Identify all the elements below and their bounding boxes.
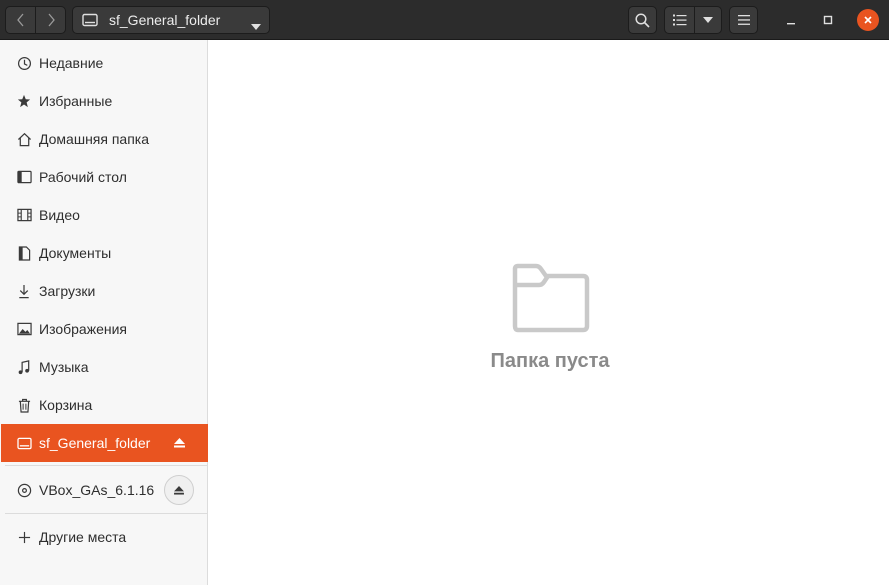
sidebar-item-other-locations[interactable]: Другие места (0, 518, 208, 556)
home-icon (16, 131, 32, 147)
sidebar-item-label: Корзина (39, 397, 93, 413)
sidebar-item-label: Рабочий стол (39, 169, 127, 185)
eject-icon[interactable] (174, 438, 185, 448)
drive-icon (16, 435, 32, 451)
maximize-icon (823, 15, 833, 25)
sidebar-item-label: Недавние (39, 55, 104, 71)
path-bar[interactable]: sf_General_folder (72, 6, 270, 34)
sidebar-item-label: Видео (39, 207, 80, 223)
list-view-icon (672, 14, 686, 26)
music-icon (16, 359, 32, 375)
star-icon (16, 93, 32, 109)
image-icon (16, 321, 32, 337)
search-icon (635, 12, 650, 28)
close-button[interactable] (857, 9, 879, 31)
eject-button[interactable] (164, 475, 194, 505)
sidebar-separator (5, 465, 208, 466)
desktop-icon (16, 169, 32, 185)
eject-icon (174, 485, 184, 495)
view-toggle-group (664, 6, 722, 34)
sidebar-item-downloads[interactable]: Загрузки (0, 272, 208, 310)
sidebar-item-desktop[interactable]: Рабочий стол (0, 158, 208, 196)
sidebar-item-label: Другие места (39, 529, 127, 545)
hamburger-menu-icon (737, 15, 750, 25)
chevron-down-icon[interactable] (251, 17, 261, 35)
list-view-button[interactable] (665, 7, 695, 33)
view-options-button[interactable] (695, 7, 721, 33)
chevron-left-icon (16, 13, 23, 27)
forward-button[interactable] (35, 7, 65, 33)
drive-icon (82, 13, 98, 27)
sidebar-item-label: Изображения (39, 321, 127, 337)
sidebar-item-label: VBox_GAs_6.1.16 (39, 482, 155, 498)
video-icon (16, 207, 32, 223)
sidebar-item-label: Музыка (39, 359, 89, 375)
sidebar-item-label: sf_General_folder (39, 435, 151, 451)
download-icon (16, 283, 32, 299)
sidebar-item-music[interactable]: Музыка (0, 348, 208, 386)
sidebar-item-label: Избранные (39, 93, 113, 109)
sidebar-item-trash[interactable]: Корзина (0, 386, 208, 424)
search-button[interactable] (628, 6, 657, 34)
menu-button[interactable] (729, 6, 758, 34)
chevron-down-icon (703, 17, 713, 23)
sidebar-item-label: Домашняя папка (39, 131, 150, 147)
sidebar-item-label: Документы (39, 245, 112, 261)
sidebar-item-home[interactable]: Домашняя папка (0, 120, 208, 158)
sidebar-separator (5, 513, 208, 514)
trash-icon (16, 397, 32, 413)
plus-icon (16, 529, 32, 545)
sidebar-item-documents[interactable]: Документы (0, 234, 208, 272)
sidebar: Недавние Избранные Домашняя папка Рабочи… (0, 40, 208, 585)
folder-icon (511, 263, 590, 338)
empty-folder-message: Папка пуста (490, 350, 610, 372)
close-icon (864, 16, 872, 24)
minimize-button[interactable] (780, 9, 802, 31)
maximize-button[interactable] (817, 9, 839, 31)
back-button[interactable] (6, 7, 35, 33)
path-label: sf_General_folder (109, 12, 221, 28)
sidebar-item-recent[interactable]: Недавние (0, 44, 208, 82)
chevron-right-icon (48, 13, 55, 27)
navigation-buttons (5, 6, 66, 34)
minimize-icon (787, 23, 795, 25)
sidebar-item-videos[interactable]: Видео (0, 196, 208, 234)
sidebar-item-starred[interactable]: Избранные (0, 82, 208, 120)
document-icon (16, 245, 32, 261)
recent-icon (16, 55, 32, 71)
sidebar-item-sf-general-folder[interactable]: sf_General_folder (1, 424, 208, 462)
sidebar-item-label: Загрузки (39, 283, 96, 299)
header-bar: sf_General_folder (0, 0, 889, 40)
disc-icon (16, 482, 32, 498)
sidebar-item-pictures[interactable]: Изображения (0, 310, 208, 348)
